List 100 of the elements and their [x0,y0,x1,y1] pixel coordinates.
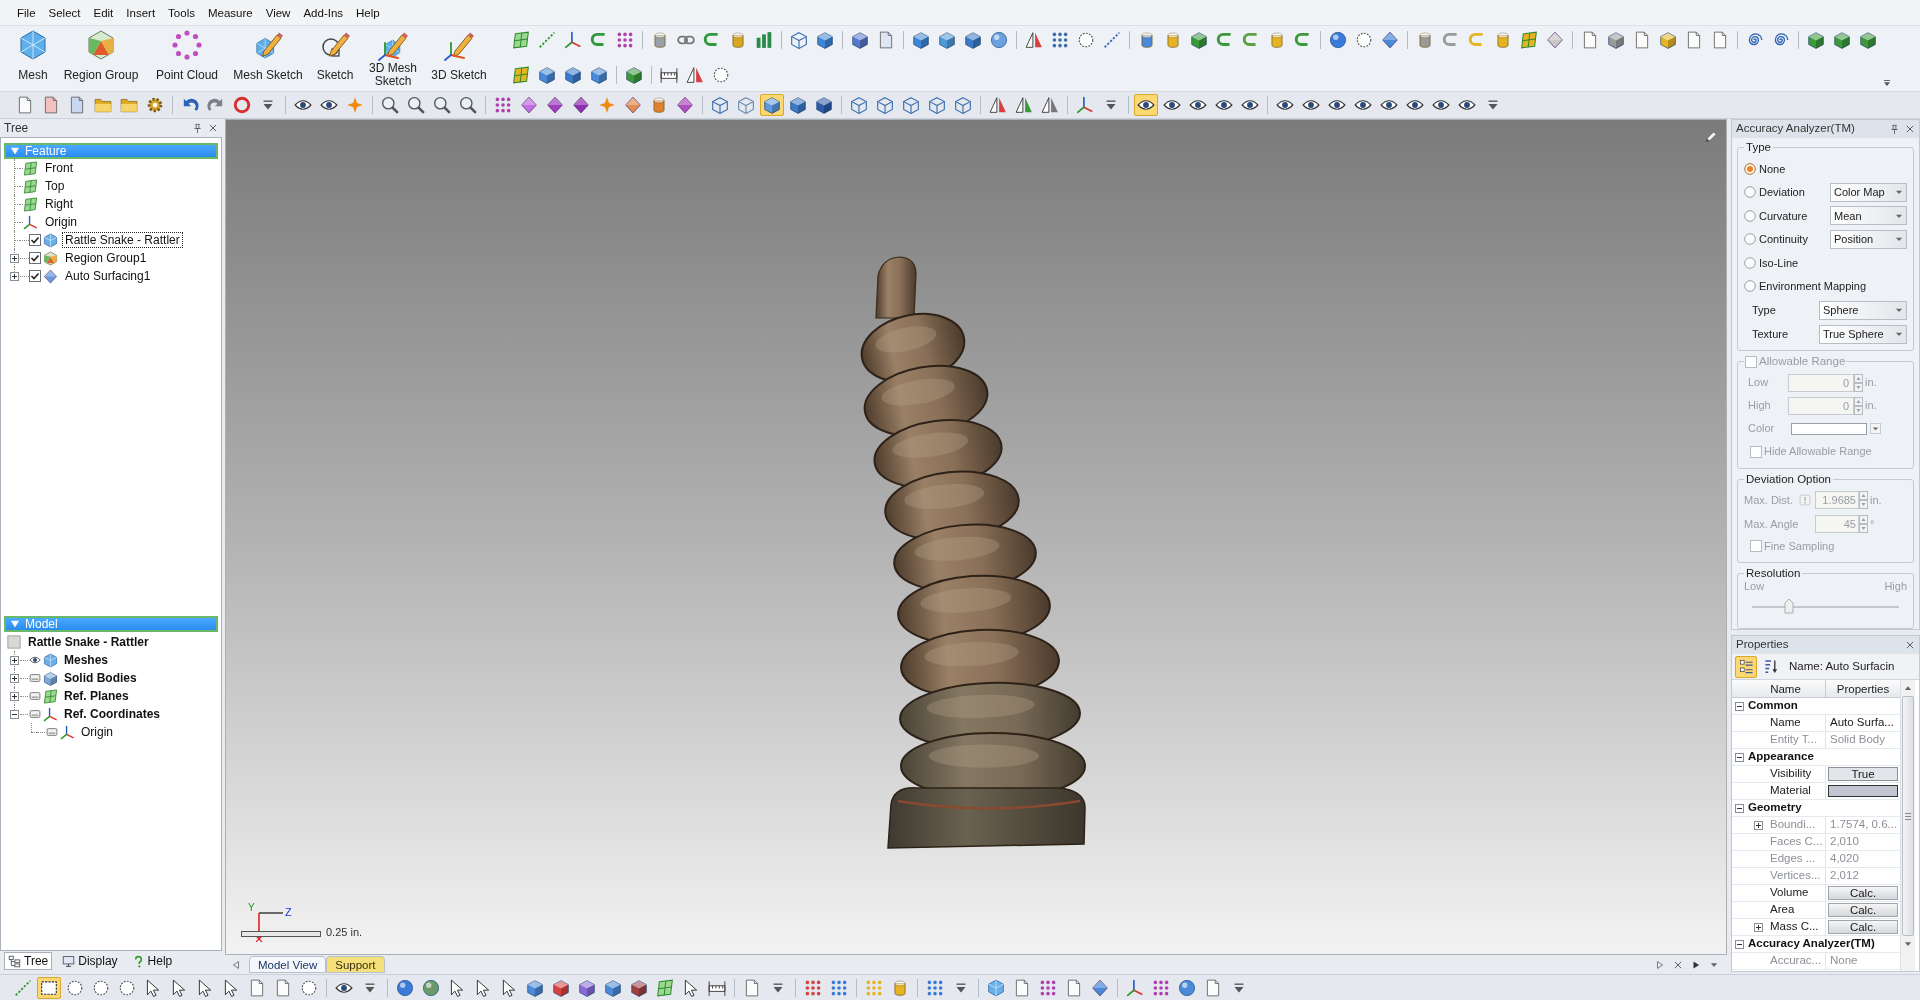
ribbon-button[interactable]: Sketch [304,29,366,89]
ring-icon[interactable] [233,96,251,114]
cylinder-icon[interactable] [891,978,909,997]
visibility-toggle-button[interactable] [1134,94,1158,116]
page-icon[interactable] [1633,31,1651,49]
cube-icon[interactable] [964,31,982,49]
cursor-icon[interactable] [682,978,700,997]
diamond-icon[interactable] [1091,978,1109,997]
folder-icon[interactable] [94,96,112,114]
sphere-icon[interactable] [1178,978,1196,997]
eye-icon[interactable] [29,654,41,666]
tree-item[interactable]: Ref. Coordinates [64,707,160,721]
cursor-icon[interactable] [474,978,492,997]
cube-icon[interactable] [625,66,643,84]
ribbon-button[interactable]: Region Group [60,29,142,89]
zoom-icon[interactable] [433,96,451,114]
tree-item[interactable]: Region Group1 [62,250,150,266]
collapse-icon[interactable] [1734,701,1744,711]
dropdown[interactable]: Mean [1830,206,1907,226]
cube-icon[interactable] [538,66,556,84]
cylinder-icon[interactable] [1138,31,1156,49]
cylinder-icon[interactable] [651,31,669,49]
ribbon-button[interactable]: 3D Sketch [420,29,498,89]
dot-grid-icon[interactable] [1039,978,1057,997]
diamond-icon[interactable] [546,96,564,114]
menu-item[interactable]: Insert [126,5,156,20]
close-icon[interactable] [1905,124,1915,134]
dashed-line-icon[interactable] [1103,31,1121,49]
radio-button[interactable] [1744,162,1756,175]
diamond-icon[interactable] [1381,31,1399,49]
tree-item[interactable]: Origin [81,725,113,739]
dot-grid-icon[interactable] [616,31,634,49]
cube-icon[interactable] [1859,31,1877,49]
expand-icon[interactable] [10,655,19,665]
triangles-icon[interactable] [989,96,1007,114]
pin-icon[interactable] [192,122,203,134]
star-icon[interactable] [346,96,364,114]
column-header[interactable]: Name [1746,680,1825,697]
panel-tab[interactable]: Tree [4,952,53,970]
dotted-circle-icon[interactable] [1077,31,1095,49]
calc-button[interactable]: Calc. [1828,886,1898,900]
color-field[interactable] [1791,422,1867,435]
ruler-icon[interactable] [708,978,726,997]
scrollbar-thumb[interactable] [1902,696,1914,936]
play-icon[interactable] [1691,959,1701,970]
dot-grid-icon[interactable] [830,978,848,997]
page-icon[interactable] [743,978,761,997]
calc-button[interactable]: Calc. [1828,920,1898,934]
page-icon[interactable] [1204,978,1222,997]
wireframe-cube-icon[interactable] [790,31,808,49]
page-icon[interactable] [1711,31,1729,49]
calc-button[interactable]: Calc. [1828,903,1898,917]
page-icon[interactable] [1065,978,1083,997]
cube-icon[interactable] [1607,31,1625,49]
page-icon[interactable] [68,96,86,114]
wireframe-cube-icon[interactable] [902,96,920,114]
menu-item[interactable]: Help [356,5,380,20]
tree-item[interactable]: Rattle Snake - Rattler [62,232,183,248]
cylinder-icon[interactable] [1416,31,1434,49]
folder-icon[interactable] [120,96,138,114]
collapse-icon[interactable] [1734,939,1744,949]
ribbon-button[interactable]: Mesh [6,29,60,89]
cube-icon[interactable] [816,31,834,49]
tree-item[interactable]: Top [42,178,68,194]
plane-icon[interactable] [1520,31,1538,49]
expand-icon[interactable] [10,271,19,281]
wireframe-cube-icon[interactable] [876,96,894,114]
hook-icon[interactable] [703,31,721,49]
menu-item[interactable]: File [17,5,36,20]
plane-icon[interactable] [512,66,530,84]
cube-icon[interactable] [564,66,582,84]
gear-icon[interactable] [146,96,164,114]
cylinder-icon[interactable] [1494,31,1512,49]
tree-item[interactable]: Ref. Planes [64,689,129,703]
zoom-icon[interactable] [459,96,477,114]
tree-item[interactable]: Right [42,196,76,212]
cube-icon[interactable] [851,31,869,49]
dot-grid-icon[interactable] [865,978,883,997]
zoom-icon[interactable] [407,96,425,114]
expand-icon[interactable] [10,253,19,263]
cube-icon[interactable] [630,978,648,997]
expand-icon[interactable] [10,673,19,683]
close-icon[interactable] [1905,640,1915,650]
cylinder-icon[interactable] [1268,31,1286,49]
dropdown[interactable]: Position [1830,229,1907,249]
star-icon[interactable] [598,96,616,114]
menu-item[interactable]: Add-Ins [303,5,344,20]
cube-icon[interactable] [1190,31,1208,49]
page-icon[interactable] [877,31,895,49]
value-dropdown[interactable]: True [1828,767,1898,781]
tree-item[interactable]: Rattle Snake - Rattler [28,635,149,649]
hook-icon[interactable] [1216,31,1234,49]
checkbox[interactable] [29,234,41,246]
cube-icon[interactable] [938,31,956,49]
triangles-icon[interactable] [1041,96,1059,114]
collapse-icon[interactable] [1734,803,1744,813]
menu-item[interactable]: Edit [93,5,114,20]
diamond-icon[interactable] [520,96,538,114]
cylinder-icon[interactable] [1164,31,1182,49]
diamond-icon[interactable] [624,96,642,114]
